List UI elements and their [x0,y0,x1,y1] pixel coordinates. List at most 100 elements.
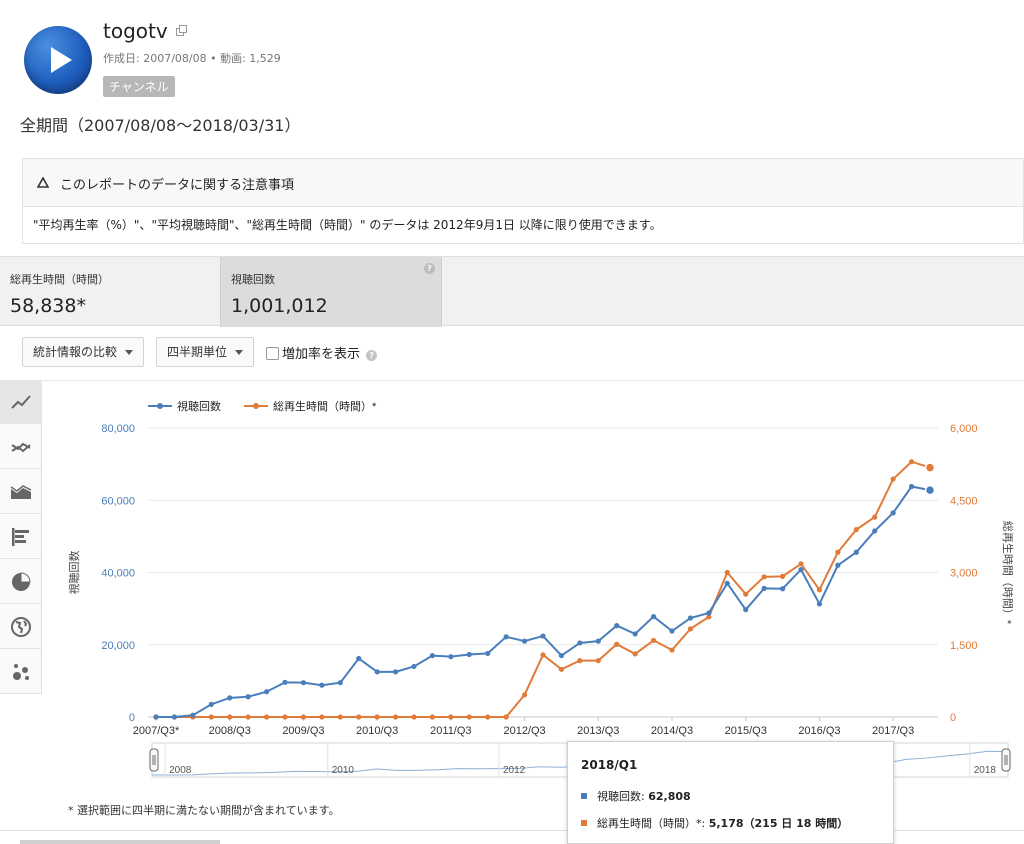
watch-time-point [540,652,546,658]
y-tick-left: 80,000 [101,423,135,435]
views-point [835,562,841,568]
pie-chart-button[interactable] [0,560,42,604]
metric-views[interactable]: 視聴回数 1,001,012 ? [220,257,442,327]
y-axis-label-left: 視聴回数 [67,551,81,595]
multi-line-button[interactable] [0,425,42,469]
watch-time-point [263,714,270,720]
views-point [466,651,472,658]
area-chart-button[interactable] [0,470,42,514]
x-tick-label: 2011/Q3 [430,725,471,737]
metric-label: 視聴回数 [231,273,275,286]
watch-time-point [577,658,583,664]
data-notice: このレポートのデータに関する注意事項 "平均再生率（%）"、"平均視聴時間"、"… [22,158,1024,244]
bottom-tab[interactable] [20,840,220,844]
footnote: * 選択範囲に四半期に満たない期間が含まれています。 [68,804,340,817]
views-point [245,694,251,700]
views-point [411,663,417,670]
views-point [890,510,896,516]
metric-watch-time[interactable]: 総再生時間（時間） 58,838* [0,257,220,327]
notice-header[interactable]: このレポートのデータに関する注意事項 [23,159,1023,207]
y-tick-right: 0 [950,712,956,724]
views-point [540,633,546,639]
views-point [263,689,270,695]
chart-area: 0 20,000 40,000 60,000 80,000 0 1,500 3,000 4,50… [42,380,1024,800]
legend-views-label: 視聴回数 [177,399,221,413]
bubble-chart-button[interactable] [0,650,42,694]
watch-time-point [227,714,233,720]
views-point [448,654,454,660]
legend-watch-marker [253,403,259,409]
views-point [632,631,638,637]
channel-title[interactable]: togotv [103,19,168,43]
growth-rate-toggle[interactable]: 増加率を表示? [266,343,378,362]
legend-watch-label: 総再生時間（時間）* [273,399,377,413]
views-point [227,695,233,701]
y-tick-left: 20,000 [101,640,135,652]
watch-time-point [724,569,730,576]
bar-chart-icon [12,528,29,546]
growth-rate-checkbox[interactable] [266,347,279,360]
compare-metrics-dropdown[interactable]: 統計情報の比較 [22,337,145,367]
date-range: 全期間（2007/08/08〜2018/03/31） [20,116,301,135]
x-tick-label: 2015/Q3 [725,725,767,737]
area-chart-icon [10,485,32,499]
views-point [521,638,528,644]
views-point [924,484,936,496]
interval-dropdown[interactable]: 四半期単位 [156,337,255,367]
multi-line-icon [11,442,31,453]
metric-value: 1,001,012 [231,295,328,317]
external-link-icon[interactable] [176,25,187,36]
notice-title: このレポートのデータに関する注意事項 [60,178,295,193]
y-tick-right: 4,500 [950,495,978,507]
x-tick-label: 2012/Q3 [503,725,545,737]
watch-time-point [558,666,565,672]
range-handle-left[interactable] [149,748,159,772]
line-chart[interactable]: 0 20,000 40,000 60,000 80,000 0 1,500 3,000 4,50… [42,381,1024,801]
tooltip-watch-label: 総再生時間（時間）*: [597,817,706,830]
watch-time-point [743,591,749,597]
watch-time-point [761,574,767,580]
views-point [356,655,362,662]
chevron-down-icon [125,350,134,355]
legend-views-marker [157,403,163,409]
watch-time-point [595,658,601,664]
bar-chart-button[interactable] [0,515,42,559]
views-point [743,607,749,613]
watch-time-point [448,714,454,720]
views-point [706,610,712,616]
watch-time-point [503,714,509,720]
channel-logo[interactable] [24,26,92,94]
line-chart-icon [11,395,31,409]
views-point [558,652,565,659]
watch-time-point [466,714,472,720]
watch-time-point [687,626,694,632]
watch-time-point [816,587,823,593]
views-point [282,679,288,685]
watch-time-point [632,651,638,657]
help-icon[interactable]: ? [366,350,378,361]
views-point [761,585,767,591]
watch-time-point [429,714,436,720]
watch-time-point [614,641,620,647]
legend-swatch [581,793,587,799]
x-tick-label: 2007/Q3* [133,725,180,737]
watch-time-point [798,561,804,567]
watch-time-point [300,714,307,720]
views-point [779,586,786,592]
watch-time-point [319,714,325,720]
metrics-bar: 総再生時間（時間） 58,838* 視聴回数 1,001,012 ? [0,256,1024,327]
views-point [208,701,214,707]
line-chart-button[interactable] [0,380,42,424]
navigator-year: 2018 [974,765,997,776]
watch-time-point [411,714,417,720]
views-point [429,652,436,659]
x-tick-label: 2014/Q3 [651,725,693,737]
range-handle-right[interactable] [1001,748,1011,772]
map-button[interactable] [0,605,42,649]
growth-rate-label: 増加率を表示 [282,347,361,362]
help-icon[interactable]: ? [424,263,435,274]
views-point [485,650,491,657]
watch-time-point [392,714,399,720]
watch-time-point [374,714,380,720]
chevron-down-icon [235,350,244,355]
